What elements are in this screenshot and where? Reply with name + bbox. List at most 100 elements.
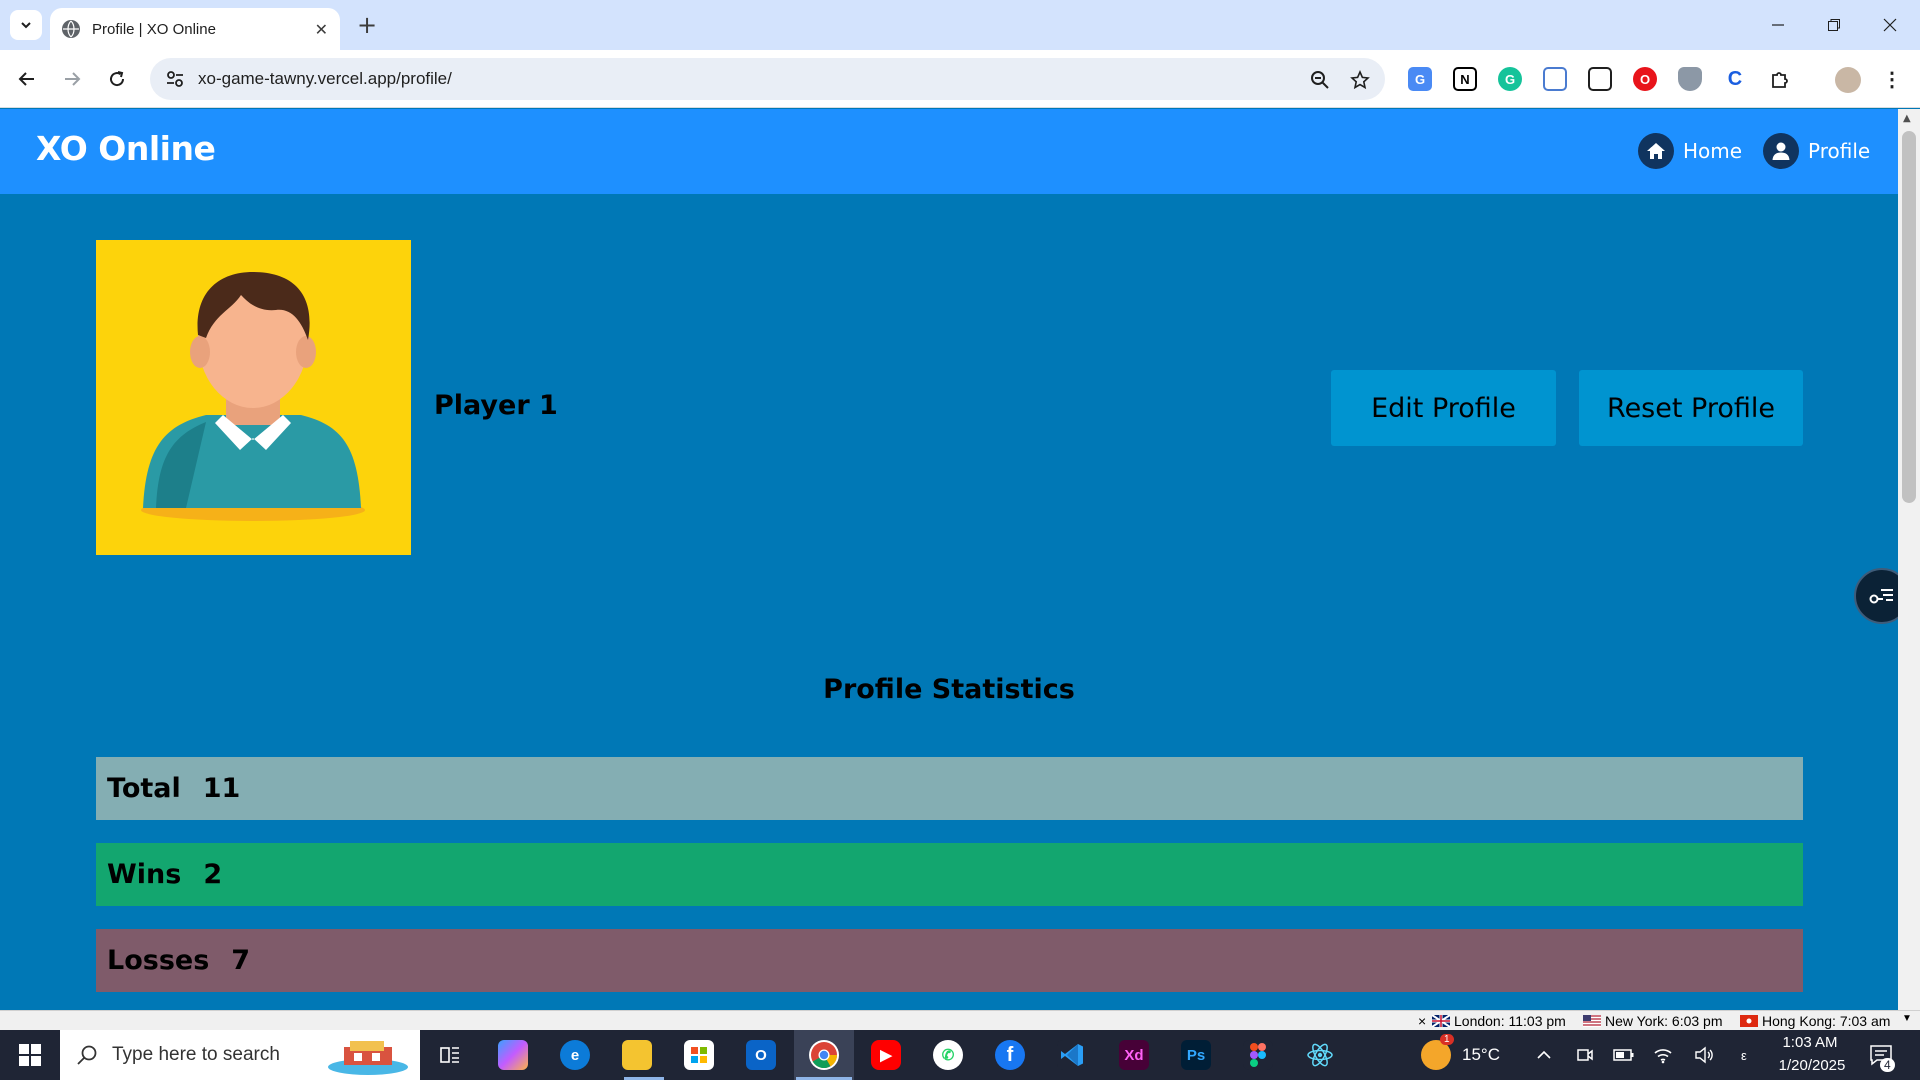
chrome-icon[interactable] — [809, 1040, 839, 1070]
react-devtools-icon[interactable] — [1305, 1040, 1335, 1070]
reload-button[interactable] — [102, 64, 132, 94]
uk-flag-icon — [1432, 1015, 1450, 1027]
adobe-xd-icon[interactable]: Xd — [1119, 1040, 1149, 1070]
clock-new-york: New York: 6:03 pm — [1583, 1013, 1723, 1029]
taskbar-date[interactable]: 1/20/2025 — [1774, 1057, 1850, 1074]
wifi-icon[interactable] — [1648, 1040, 1678, 1070]
stat-row-total: Total 11 — [96, 757, 1803, 820]
home-icon — [1638, 133, 1674, 169]
extensions-puzzle-icon[interactable] — [1768, 67, 1792, 91]
tab-search-button[interactable] — [10, 10, 42, 40]
close-window-button[interactable] — [1862, 8, 1918, 42]
windows-taskbar: Type here to search e O ▶ ✆ f Xd Ps 1 15… — [0, 1030, 1920, 1080]
clock-close-icon[interactable]: × — [1418, 1013, 1426, 1029]
search-highlight-image — [328, 1041, 408, 1075]
stats-heading: Profile Statistics — [823, 674, 1075, 705]
translate-extension-icon[interactable]: G — [1408, 67, 1432, 91]
vscode-icon[interactable] — [1057, 1040, 1087, 1070]
input-language-icon[interactable]: ε — [1741, 1048, 1747, 1063]
profile-avatar — [96, 240, 411, 555]
notification-count: 4 — [1880, 1058, 1895, 1072]
stat-value: 7 — [231, 945, 251, 976]
picture-in-picture-icon[interactable] — [1588, 67, 1612, 91]
chevron-up-icon[interactable] — [1529, 1040, 1559, 1070]
youtube-icon[interactable]: ▶ — [871, 1040, 901, 1070]
outlook-icon[interactable]: O — [746, 1040, 776, 1070]
clock-london: London: 11:03 pm — [1432, 1013, 1566, 1029]
reload-icon — [110, 71, 125, 87]
stat-label: Losses — [107, 945, 210, 976]
grammarly-extension-icon[interactable]: G — [1498, 67, 1522, 91]
edge-browser-icon[interactable]: e — [560, 1040, 590, 1070]
arrow-left-icon — [18, 72, 34, 86]
app-header: XO Online Home Profile — [0, 109, 1898, 194]
task-view-icon[interactable] — [435, 1040, 465, 1070]
opera-extension-icon[interactable]: O — [1633, 67, 1657, 91]
back-button[interactable] — [12, 64, 42, 94]
globe-icon — [62, 20, 80, 38]
shield-extension-icon[interactable] — [1678, 67, 1702, 91]
meet-now-icon[interactable] — [1570, 1040, 1600, 1070]
zoom-icon[interactable] — [1308, 68, 1332, 92]
nav-profile-link[interactable]: Profile — [1763, 131, 1870, 171]
scroll-thumb[interactable] — [1902, 131, 1916, 503]
site-info-icon[interactable] — [164, 68, 186, 90]
photoshop-icon[interactable]: Ps — [1181, 1040, 1211, 1070]
windows-start-icon[interactable] — [15, 1040, 45, 1070]
address-bar[interactable]: xo-game-tawny.vercel.app/profile/ — [150, 58, 1385, 100]
close-icon — [1883, 18, 1897, 32]
edit-profile-button[interactable]: Edit Profile — [1331, 370, 1556, 446]
hk-flag-icon — [1740, 1015, 1758, 1027]
nav-home-link[interactable]: Home — [1638, 131, 1742, 171]
volume-icon[interactable] — [1689, 1040, 1719, 1070]
reset-profile-button[interactable]: Reset Profile — [1579, 370, 1803, 446]
page-scrollbar[interactable]: ▲ — [1898, 109, 1920, 1011]
floating-settings-button[interactable] — [1854, 568, 1898, 624]
browser-tab[interactable]: Profile | XO Online ✕ — [50, 8, 340, 50]
forward-button[interactable] — [57, 64, 87, 94]
restore-icon — [1828, 19, 1840, 31]
new-tab-button[interactable]: + — [352, 10, 382, 40]
profile-avatar-icon[interactable] — [1835, 67, 1861, 93]
profile-page: Player 1 Edit Profile Reset Profile Prof… — [0, 194, 1898, 1010]
bookmark-star-icon[interactable] — [1348, 68, 1372, 92]
url-text[interactable]: xo-game-tawny.vercel.app/profile/ — [198, 69, 1385, 89]
battery-icon[interactable] — [1609, 1040, 1639, 1070]
weather-badge: 1 — [1440, 1034, 1454, 1045]
figma-icon[interactable] — [1243, 1040, 1273, 1070]
browser-tab-bar: Profile | XO Online ✕ + — [0, 0, 1920, 50]
player-name: Player 1 — [434, 390, 558, 421]
avatar-illustration — [141, 272, 365, 521]
app-logo[interactable]: XO Online — [36, 129, 216, 168]
taskbar-time[interactable]: 1:03 AM — [1780, 1034, 1840, 1051]
scroll-down-icon[interactable]: ▼ — [1902, 1013, 1912, 1024]
scroll-up-icon[interactable]: ▲ — [1903, 113, 1911, 124]
stat-value: 2 — [203, 859, 223, 890]
chevron-down-icon — [21, 22, 31, 29]
microsoft-store-icon[interactable] — [684, 1040, 714, 1070]
stat-label: Total — [107, 773, 181, 804]
key-list-icon — [1869, 589, 1893, 604]
minimize-button[interactable] — [1750, 8, 1806, 42]
world-clock-bar: × London: 11:03 pm New York: 6:03 pm Hon… — [0, 1010, 1920, 1030]
c-extension-icon[interactable]: C — [1723, 67, 1747, 91]
whatsapp-icon[interactable]: ✆ — [933, 1040, 963, 1070]
taskbar-search-box[interactable]: Type here to search — [60, 1030, 420, 1080]
docs-extension-icon[interactable] — [1543, 67, 1567, 91]
nav-profile-label: Profile — [1808, 139, 1871, 163]
minimize-icon — [1772, 24, 1784, 26]
close-tab-icon[interactable]: ✕ — [315, 20, 328, 39]
us-flag-icon — [1583, 1015, 1601, 1027]
restore-button[interactable] — [1806, 8, 1862, 42]
notion-extension-icon[interactable]: N — [1453, 67, 1477, 91]
stat-label: Wins — [107, 859, 182, 890]
menu-dots-icon[interactable]: ⋮ — [1880, 67, 1904, 91]
clock-hong-kong: Hong Kong: 7:03 am — [1740, 1013, 1890, 1029]
stat-row-losses: Losses 7 — [96, 929, 1803, 992]
file-explorer-icon[interactable] — [622, 1040, 652, 1070]
tab-title: Profile | XO Online — [92, 20, 216, 38]
copilot-icon[interactable] — [498, 1040, 528, 1070]
browser-toolbar: xo-game-tawny.vercel.app/profile/ — [0, 50, 1920, 108]
temperature[interactable]: 15°C — [1462, 1045, 1500, 1065]
facebook-icon[interactable]: f — [995, 1040, 1025, 1070]
